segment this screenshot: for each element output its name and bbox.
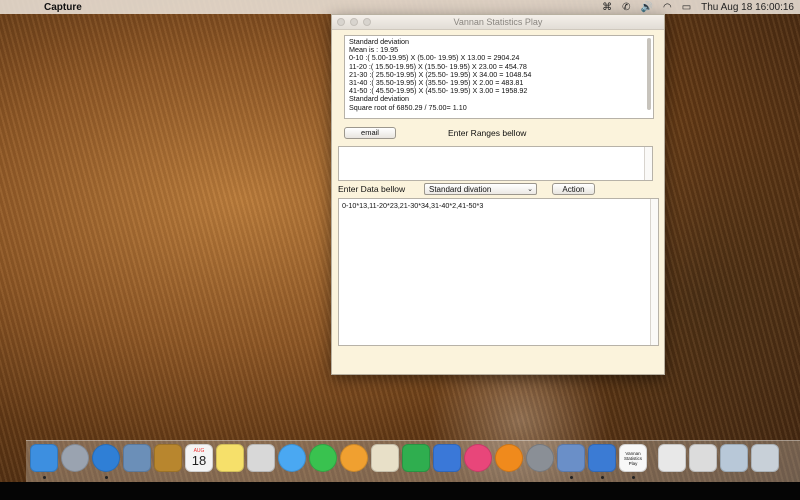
dock-icon-notes-book[interactable] bbox=[154, 444, 182, 472]
running-indicator bbox=[601, 476, 604, 479]
minimize-button[interactable] bbox=[350, 18, 358, 26]
calculation-type-select[interactable]: Standard divation ⌄ bbox=[424, 183, 537, 195]
dock-icon-system-preferences[interactable] bbox=[526, 444, 554, 472]
running-indicator bbox=[105, 476, 108, 479]
dock-icon-photos-viewer[interactable] bbox=[247, 444, 275, 472]
app-window: Vannan Statistics Play Standard deviatio… bbox=[331, 14, 665, 375]
close-button[interactable] bbox=[337, 18, 345, 26]
menu-extras: ⌘ ✆ 🔊 ◠ ▭ Thu Aug 18 16:00:16 bbox=[602, 2, 794, 13]
dock-icon-launchpad[interactable] bbox=[61, 444, 89, 472]
menu-bar: Capture ⌘ ✆ 🔊 ◠ ▭ Thu Aug 18 16:00:16 bbox=[0, 0, 800, 14]
menu-extra-icon[interactable]: ⌘ bbox=[602, 2, 612, 13]
window-titlebar[interactable]: Vannan Statistics Play bbox=[332, 15, 664, 30]
calendar-day: 18 bbox=[191, 453, 207, 468]
clock[interactable]: Thu Aug 18 16:00:16 bbox=[701, 2, 794, 13]
select-value: Standard divation bbox=[429, 185, 492, 194]
dock-icon-notes[interactable] bbox=[216, 444, 244, 472]
output-line: Square root of 6850.29 / 75.00= 1.10 bbox=[349, 102, 467, 112]
dock-icon-facetime[interactable] bbox=[309, 444, 337, 472]
dock-icon-numbers[interactable] bbox=[402, 444, 430, 472]
phone-icon[interactable]: ✆ bbox=[622, 2, 630, 13]
battery-icon[interactable]: ▭ bbox=[682, 2, 691, 13]
ranges-label: Enter Ranges bellow bbox=[448, 128, 527, 138]
dock-icon-preview[interactable] bbox=[123, 444, 151, 472]
screen-bottom-edge bbox=[0, 482, 800, 500]
chevron-down-icon: ⌄ bbox=[527, 186, 533, 193]
dock-icon-keynote[interactable] bbox=[433, 444, 461, 472]
wifi-icon[interactable]: ◠ bbox=[663, 2, 672, 13]
dock-icon-messages[interactable] bbox=[278, 444, 306, 472]
dock-icon-textedit[interactable] bbox=[371, 444, 399, 472]
data-input[interactable]: 0-10*13,11-20*23,21-30*34,31-40*2,41-50*… bbox=[338, 198, 659, 346]
zoom-button[interactable] bbox=[363, 18, 371, 26]
dock-icon-virtualbox[interactable] bbox=[557, 444, 585, 472]
ranges-scrollbar[interactable] bbox=[644, 147, 652, 180]
dock-icon-safari[interactable] bbox=[92, 444, 120, 472]
dock-icon-photos[interactable] bbox=[340, 444, 368, 472]
running-indicator bbox=[570, 476, 573, 479]
dock-icon-itunes[interactable] bbox=[464, 444, 492, 472]
data-input-value: 0-10*13,11-20*23,21-30*34,31-40*2,41-50*… bbox=[342, 201, 484, 210]
output-scrollbar[interactable] bbox=[647, 38, 651, 110]
traffic-lights bbox=[337, 18, 371, 26]
data-scrollbar[interactable] bbox=[650, 199, 658, 345]
action-button[interactable]: Action bbox=[552, 183, 595, 195]
dock-icon-calendar[interactable]: AUG 18 bbox=[185, 444, 213, 472]
running-indicator bbox=[632, 476, 635, 479]
vannan-icon-label: Vannan Statistics Play bbox=[623, 450, 642, 466]
email-button[interactable]: email bbox=[344, 127, 396, 139]
result-output-area[interactable]: Standard deviation Mean is : 19.95 0-10 … bbox=[344, 35, 654, 119]
volume-icon[interactable]: 🔊 bbox=[641, 2, 653, 13]
app-menu-name[interactable]: Capture bbox=[44, 2, 82, 13]
data-label: Enter Data bellow bbox=[338, 184, 406, 194]
dock-icon-trash[interactable] bbox=[751, 444, 779, 472]
dock-icon-vannan-statistics-play[interactable]: Vannan Statistics Play bbox=[619, 444, 647, 472]
window-title: Vannan Statistics Play bbox=[453, 17, 543, 27]
dock-icon-xcode[interactable] bbox=[588, 444, 616, 472]
dock-icon-finder[interactable] bbox=[30, 444, 58, 472]
dock-icon-ibooks[interactable] bbox=[495, 444, 523, 472]
dock-icon-downloads[interactable] bbox=[720, 444, 748, 472]
running-indicator bbox=[43, 476, 46, 479]
dock-icon-utility[interactable] bbox=[689, 444, 717, 472]
ranges-input[interactable] bbox=[338, 146, 653, 181]
dock-icon-document[interactable] bbox=[658, 444, 686, 472]
